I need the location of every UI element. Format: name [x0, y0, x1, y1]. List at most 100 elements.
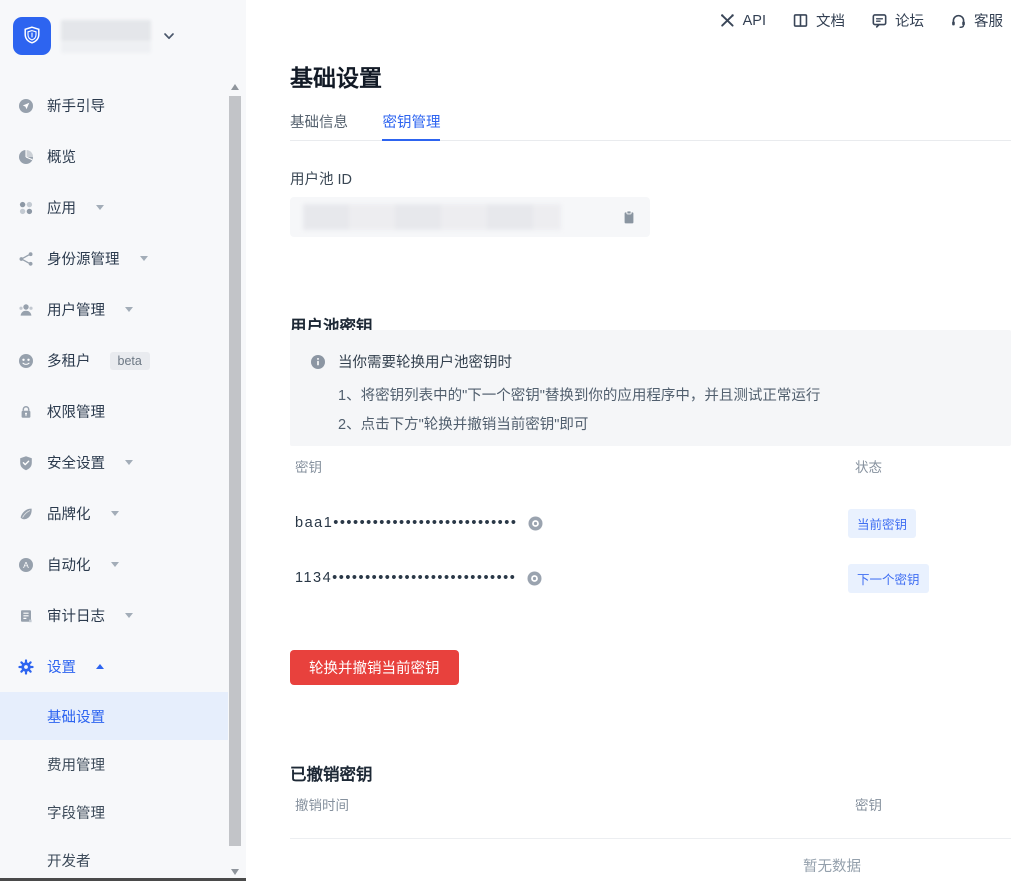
tab-bar: 基础信息 密钥管理	[290, 111, 1011, 141]
sidebar: 新手引导 概览 应用 身份源管理 用户管理	[0, 0, 246, 881]
notice-step-1: 1、将密钥列表中的"下一个密钥"替换到你的应用程序中，并且测试正常运行	[338, 382, 1011, 411]
status-badge: 下一个密钥	[848, 564, 929, 593]
shield-check-icon	[17, 454, 34, 471]
copy-button[interactable]	[621, 209, 637, 226]
docs-link-label: 文档	[816, 10, 845, 31]
empty-state-text: 暂无数据	[803, 855, 861, 876]
secret-row-current: baa1•••••••••••••••••••••••••••• 当前密钥	[290, 498, 1011, 548]
reveal-secret-button[interactable]	[527, 515, 544, 532]
page-title: 基础设置	[290, 59, 382, 93]
status-badge: 当前密钥	[848, 509, 916, 538]
caret-down-icon	[125, 460, 133, 465]
sidebar-subitem-fields[interactable]: 字段管理	[0, 788, 228, 836]
tab-key-management[interactable]: 密钥管理	[382, 111, 440, 140]
revoked-col-time: 撤销时间	[290, 794, 848, 814]
caret-down-icon	[111, 511, 119, 516]
reveal-secret-button[interactable]	[526, 570, 543, 587]
identity-share-icon	[17, 250, 34, 267]
sidebar-item-settings[interactable]: 设置	[0, 641, 228, 692]
masked-secret: 1134••••••••••••••••••••••••••••	[295, 570, 516, 586]
caret-down-icon	[125, 307, 133, 312]
brand-icon	[17, 505, 34, 522]
sidebar-item-branding[interactable]: 品牌化	[0, 488, 228, 539]
shield-logo-icon	[13, 17, 51, 55]
svg-text:A: A	[23, 560, 29, 570]
sidebar-subitem-label: 费用管理	[47, 754, 105, 775]
caret-up-icon	[96, 664, 104, 669]
sidebar-item-label: 应用	[47, 197, 76, 218]
sidebar-item-label: 用户管理	[47, 299, 105, 320]
headset-icon	[950, 12, 967, 29]
sidebar-item-label: 多租户	[47, 350, 91, 371]
overview-pie-icon	[17, 148, 34, 165]
masked-secret: baa1••••••••••••••••••••••••••••	[295, 515, 517, 531]
sidebar-item-user-management[interactable]: 用户管理	[0, 284, 228, 335]
support-link-label: 客服	[974, 10, 1003, 31]
guide-icon	[17, 97, 34, 114]
sidebar-item-apps[interactable]: 应用	[0, 182, 228, 233]
eye-icon	[527, 515, 544, 532]
tab-basic-info[interactable]: 基础信息	[290, 111, 348, 140]
forum-link[interactable]: 论坛	[871, 10, 924, 31]
sidebar-scrollbar[interactable]	[228, 80, 242, 881]
sidebar-subitem-label: 开发者	[47, 850, 91, 871]
api-link[interactable]: API	[719, 12, 766, 29]
workspace-switcher[interactable]	[13, 17, 177, 55]
scrollbar-up-arrow[interactable]	[231, 84, 239, 90]
users-icon	[17, 301, 34, 318]
support-link[interactable]: 客服	[950, 10, 1003, 31]
tools-icon	[719, 12, 736, 29]
caret-down-icon	[96, 205, 104, 210]
sidebar-subitem-billing[interactable]: 费用管理	[0, 740, 228, 788]
clipboard-icon	[621, 209, 637, 226]
sidebar-subitem-label: 字段管理	[47, 802, 105, 823]
scrollbar-thumb[interactable]	[229, 96, 241, 846]
sidebar-nav: 新手引导 概览 应用 身份源管理 用户管理	[0, 80, 228, 884]
top-header-links: API 文档 论坛 客服	[719, 10, 1003, 31]
caret-down-icon	[111, 562, 119, 567]
rotation-notice: 当你需要轮换用户池密钥时 1、将密钥列表中的"下一个密钥"替换到你的应用程序中，…	[290, 330, 1011, 446]
revoked-table-divider	[290, 838, 1011, 839]
sidebar-item-multi-tenant[interactable]: 多租户 beta	[0, 335, 228, 386]
audit-log-icon	[17, 607, 34, 624]
sidebar-item-permissions[interactable]: 权限管理	[0, 386, 228, 437]
sidebar-item-identity-sources[interactable]: 身份源管理	[0, 233, 228, 284]
caret-down-icon	[140, 256, 148, 261]
api-link-label: API	[743, 13, 766, 29]
userpool-id-redacted-value	[303, 204, 561, 230]
revoked-section-heading: 已撤销密钥	[290, 761, 373, 785]
automation-icon: A	[17, 556, 34, 573]
notice-title: 当你需要轮换用户池密钥时	[338, 351, 512, 372]
sidebar-item-automation[interactable]: A 自动化	[0, 539, 228, 590]
sidebar-item-label: 安全设置	[47, 452, 105, 473]
book-icon	[792, 12, 809, 29]
docs-link[interactable]: 文档	[792, 10, 845, 31]
rotate-revoke-button[interactable]: 轮换并撤销当前密钥	[290, 650, 459, 685]
main-content: API 文档 论坛 客服 基础设置 基础信息 密钥管理 用户池 ID 用户池密钥…	[246, 0, 1011, 881]
notice-step-2: 2、点击下方"轮换并撤销当前密钥"即可	[338, 411, 1011, 440]
forum-icon	[871, 12, 888, 29]
sidebar-subitem-label: 基础设置	[47, 706, 105, 727]
eye-icon	[526, 570, 543, 587]
sidebar-item-label: 设置	[47, 656, 76, 677]
sidebar-item-label: 权限管理	[47, 401, 105, 422]
sidebar-item-guide[interactable]: 新手引导	[0, 80, 228, 131]
userpool-id-label: 用户池 ID	[290, 168, 352, 189]
secret-col-key: 密钥	[290, 456, 848, 476]
chevron-down-icon	[161, 28, 177, 44]
workspace-name-redacted	[61, 20, 151, 53]
sidebar-subitem-basic-settings[interactable]: 基础设置	[0, 692, 228, 740]
sidebar-item-security[interactable]: 安全设置	[0, 437, 228, 488]
info-icon	[310, 354, 326, 370]
gear-icon	[17, 658, 34, 675]
caret-down-icon	[125, 613, 133, 618]
secret-col-status: 状态	[848, 456, 1011, 476]
userpool-id-box	[290, 197, 650, 237]
scrollbar-down-arrow[interactable]	[231, 869, 239, 875]
revoked-table-header: 撤销时间 密钥	[290, 794, 1011, 814]
revoked-col-key: 密钥	[848, 794, 1011, 814]
sidebar-item-audit-log[interactable]: 审计日志	[0, 590, 228, 641]
sidebar-item-overview[interactable]: 概览	[0, 131, 228, 182]
sidebar-subitem-developers[interactable]: 开发者	[0, 836, 228, 884]
sidebar-item-label: 审计日志	[47, 605, 105, 626]
